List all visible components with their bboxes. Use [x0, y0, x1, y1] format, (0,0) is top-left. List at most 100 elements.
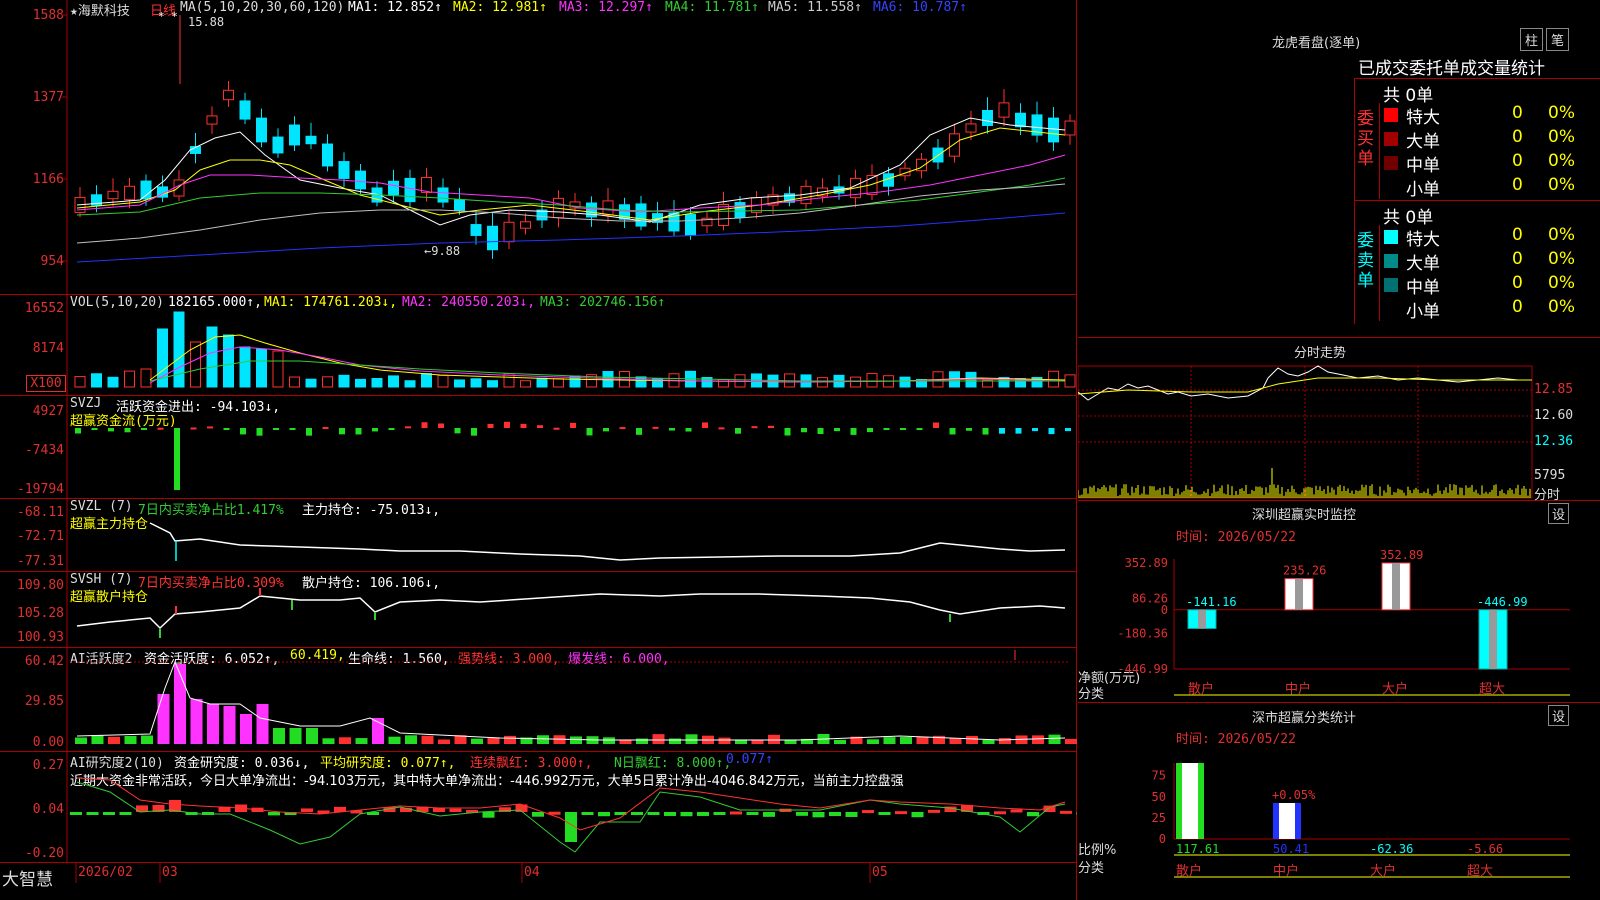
svzj-pane[interactable]: SVZJ 活跃资金进出: -94.103↓, 超赢资金流(万元) 4927 -7…: [0, 396, 1077, 499]
candle: [503, 221, 515, 243]
fund-flow-bar: [1015, 428, 1022, 434]
tick-mode-button[interactable]: 笔: [1546, 28, 1570, 51]
ai-research-pane[interactable]: AI研究度2(10) 资金研究度: 0.036↓, 平均研究度: 0.077↑,…: [0, 752, 1077, 862]
color-swatch: [1384, 108, 1398, 122]
activity-bar: [75, 737, 87, 744]
volume-bar: [437, 374, 449, 388]
activity-bar: [223, 706, 236, 744]
fund-flow-bar: [273, 428, 279, 430]
svsh-pane[interactable]: SVSH (7) 7日内买卖净占比0.309% 散户持仓: 106.106↓, …: [0, 572, 1077, 648]
candle: [734, 202, 746, 218]
row-label: 大单: [1406, 254, 1440, 274]
fund-flow-bar: [916, 428, 923, 430]
fund-flow-bar: [834, 428, 840, 432]
fund-flow-bar: [949, 428, 956, 435]
ai-research-chart[interactable]: [0, 752, 1077, 862]
ai-activity-chart[interactable]: [0, 648, 1077, 752]
activity-bar: [768, 734, 780, 744]
bottom-bar: 大智慧 2026/02 03 04 05: [0, 862, 1077, 900]
kline-pane[interactable]: ★海默科技 日线 MA(5,10,20,30,60,120) MA1: 12.8…: [0, 0, 1077, 295]
sz-stats-panel[interactable]: 深市超赢分类统计 设 时间: 2026/05/22 比例% 分类 75 50 25 0…: [1078, 703, 1600, 900]
activity-bar: [982, 739, 995, 744]
intraday-chart[interactable]: [1078, 338, 1600, 501]
volume-bar: [173, 311, 185, 388]
kline-chart[interactable]: [0, 0, 1077, 295]
volume-bar: [899, 376, 911, 388]
bar-mode-button[interactable]: 柱: [1520, 28, 1544, 51]
volume-bar: [635, 376, 647, 388]
research-bar: [119, 812, 132, 815]
sz-monitor-panel[interactable]: 深圳超赢实时监控 设 时间: 2026/05/22 净额(万元) 分类 352.…: [1078, 501, 1600, 703]
volume-bar: [239, 346, 251, 388]
research-bar: [697, 812, 709, 816]
volume-pane[interactable]: VOL(5,10,20) 182165.000↑, MA1: 174761.20…: [0, 295, 1077, 396]
row-count: 0: [1512, 273, 1523, 293]
volume-bar: [206, 326, 218, 388]
candle: [520, 221, 531, 229]
activity-bar: [603, 737, 615, 744]
volume-bar: [124, 370, 135, 388]
sell-block: 委卖单 共 0单 特大 0 0% 大单 0 0% 中单 0 0% 小单 0 0%: [1354, 200, 1600, 324]
volume-bar: [421, 373, 432, 388]
intraday-panel[interactable]: 分时走势 12.85 12.60 12.36 5795 分时: [1078, 338, 1600, 503]
research-bar: [994, 811, 1006, 815]
ai-activity-pane[interactable]: AI活跃度2 资金活跃度: 6.052↑, 60.419, 生命线: 1.560…: [0, 648, 1077, 752]
sz-stats-chart[interactable]: 75 50 25 0 +0.05% 117.61 散户 50.41 中户 -62.36 大户 -5.6…: [1078, 703, 1600, 900]
volume-bar: [91, 373, 102, 388]
bottom-value-label: -62.36: [1370, 842, 1413, 856]
activity-bar: [999, 738, 1011, 744]
activity-bar: [240, 714, 252, 744]
volume-bar: [817, 377, 828, 388]
svsh-chart[interactable]: [0, 572, 1077, 648]
row-percent: 0%: [1548, 175, 1575, 195]
fund-flow-bar: [553, 427, 560, 430]
volume-bar: [536, 377, 548, 388]
category-label: 超大: [1479, 682, 1505, 697]
activity-bar: [883, 737, 896, 744]
buy-row: 中单 0 0%: [1380, 151, 1600, 176]
longhu-panel: 龙虎看盘(逐单) 柱 笔 已成交委托单成交量统计 委买单 共 0单 特大 0 0% 大…: [1078, 0, 1600, 338]
y-tick: -446.99: [1117, 662, 1168, 676]
fund-flow-bar: [174, 428, 180, 490]
fund-flow-bar: [487, 423, 494, 428]
volume-bar: [388, 375, 399, 388]
ratio-bar-shade: [1273, 803, 1279, 839]
volume-chart[interactable]: [0, 295, 1077, 396]
svzl-chart[interactable]: [0, 499, 1077, 572]
research-bar: [763, 812, 775, 817]
research-bar: [911, 812, 924, 818]
svzl-pane[interactable]: SVZL (7) 7日内买卖净占比1.417% 主力持仓: -75.013↓, …: [0, 499, 1077, 572]
candle: [437, 187, 449, 203]
activity-bar: [652, 734, 665, 744]
volume-bar: [338, 374, 350, 388]
bar-value-label: 352.89: [1380, 548, 1423, 562]
activity-bar: [322, 738, 335, 744]
candle: [718, 204, 729, 226]
y-tick: 0: [1161, 603, 1168, 617]
research-bar: [1076, 812, 1077, 815]
activity-bar: [190, 699, 203, 744]
fund-flow-bar: [124, 428, 131, 433]
research-bar: [862, 810, 874, 814]
activity-bar: [949, 738, 962, 744]
sz-monitor-chart[interactable]: 352.8986.260-180.36-446.99-141.16散户235.2…: [1078, 501, 1600, 703]
bottom-value-label: -5.66: [1467, 842, 1503, 856]
row-count: 0: [1512, 175, 1523, 195]
activity-bar: [207, 704, 219, 744]
bar-value-label: -141.16: [1186, 595, 1237, 609]
fund-flow-bar: [801, 428, 807, 433]
research-bar: [1010, 809, 1023, 813]
candle: [338, 161, 350, 179]
row-count: 0: [1512, 225, 1523, 245]
volume-bar: [74, 376, 86, 388]
research-bar: [598, 812, 610, 817]
fund-flow-bar: [669, 428, 675, 431]
activity-bar: [867, 739, 879, 744]
research-bar: [532, 812, 544, 817]
activity-bar: [141, 735, 153, 744]
candle: [107, 190, 119, 200]
svzj-chart[interactable]: [0, 396, 1077, 499]
candle: [1015, 112, 1026, 128]
longhu-subtitle: 已成交委托单成交量统计: [1358, 59, 1545, 79]
activity-bar: [471, 738, 483, 744]
